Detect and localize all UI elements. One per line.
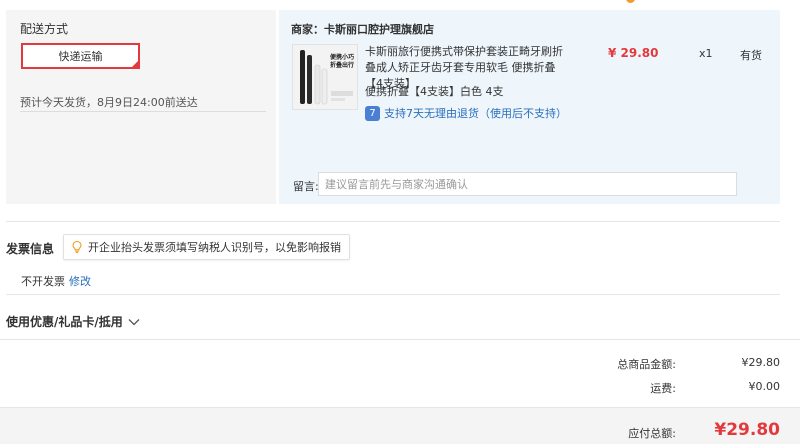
coupon-label: 使用优惠/礼品卡/抵用 (6, 315, 123, 329)
shipping-fee-label: 运费: (650, 382, 676, 395)
payable-label: 应付总额: (628, 427, 676, 440)
lightbulb-icon (72, 240, 82, 254)
delivery-estimate: 预计今天发货，8月9日24:00前送达 (20, 96, 198, 109)
return-policy-text: 支持7天无理由退货（使用后不支持） (384, 107, 567, 120)
product-spec: 便携折叠【4支装】白色 4支 (365, 85, 504, 98)
section-divider (6, 221, 780, 222)
image-text-line1: 便携小巧 (330, 53, 354, 61)
image-text-line2: 折叠出行 (330, 61, 354, 69)
top-decoration (626, 0, 635, 3)
chevron-down-icon (128, 318, 140, 325)
seven-day-return-icon: 7 (365, 105, 380, 121)
remark-input[interactable] (318, 172, 737, 196)
invoice-status-text: 不开发票 (21, 275, 65, 288)
order-panel: 商家：卡斯丽口腔护理旗舰店 便携小巧 折叠出行 卡斯丽旅行便携式带保护套装正畸牙… (279, 10, 780, 204)
toothbrush-image-icon: 便携小巧 折叠出行 (293, 45, 357, 109)
express-shipping-button[interactable]: 快递运输 ✓ (21, 43, 140, 69)
invoice-status: 不开发票 修改 (21, 273, 91, 289)
items-total-value: ¥29.80 (741, 356, 781, 369)
product-quantity: x1 (699, 47, 713, 60)
invoice-title: 发票信息 (6, 242, 55, 256)
invoice-tip: 开企业抬头发票须填写纳税人识别号，以免影响报销 (63, 234, 350, 260)
section-divider (0, 339, 800, 340)
stock-status: 有货 (740, 49, 762, 62)
shipping-fee-value: ¥0.00 (748, 380, 781, 393)
payable-value: ¥29.80 (714, 420, 780, 440)
merchant-name: 商家：卡斯丽口腔护理旗舰店 (291, 23, 434, 36)
remark-label: 留言: (293, 180, 319, 193)
payable-total-bar: 应付总额: ¥29.80 (0, 407, 800, 444)
product-image[interactable]: 便携小巧 折叠出行 (292, 44, 358, 110)
invoice-tip-text: 开企业抬头发票须填写纳税人识别号，以免影响报销 (88, 241, 341, 254)
shipping-method-label: 快递运输 (58, 50, 103, 63)
items-total-label: 总商品金额: (617, 358, 676, 371)
invoice-edit-link[interactable]: 修改 (69, 275, 91, 288)
product-price: ¥ 29.80 (608, 46, 659, 60)
return-policy[interactable]: 7 支持7天无理由退货（使用后不支持） (365, 105, 567, 121)
section-divider (6, 294, 780, 295)
shipping-panel: 配送方式 快递运输 ✓ 预计今天发货，8月9日24:00前送达 (6, 10, 276, 204)
check-mark-icon: ✓ (132, 59, 138, 67)
shipping-title: 配送方式 (20, 22, 69, 36)
shipping-divider (20, 111, 266, 112)
coupon-toggle[interactable]: 使用优惠/礼品卡/抵用 (6, 313, 140, 330)
